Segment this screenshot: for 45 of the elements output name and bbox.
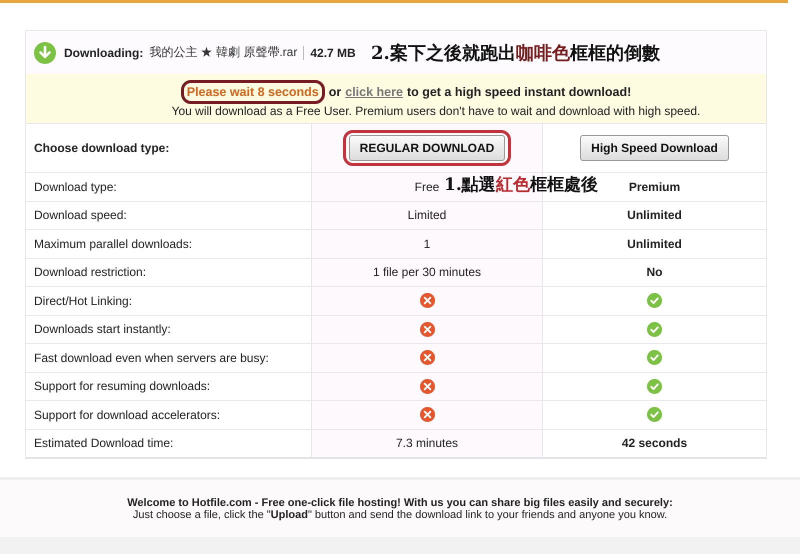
cross-icon <box>420 378 434 394</box>
table-cell: No <box>646 265 662 280</box>
annotation-text: 1.點選紅色框框處後 <box>444 174 598 196</box>
feature-label: Direct/Hot Linking: <box>34 294 132 308</box>
click-here-link[interactable]: click here <box>345 84 403 98</box>
notice-text: to get a high speed instant download! <box>406 84 632 98</box>
feature-label: Downloads start instantly: <box>34 322 171 336</box>
file-name: 我的公主 ★ 韓劇 原聲帶.rar <box>149 44 298 61</box>
table-cell: Unlimited <box>627 208 682 222</box>
table-cell: 1 <box>424 236 430 251</box>
cross-icon <box>420 407 434 422</box>
download-type-button[interactable]: High Speed Download <box>580 135 729 161</box>
table-cell: 7.3 minutes <box>396 436 458 450</box>
table-cell: 42 seconds <box>622 436 688 450</box>
table-cell: 1 file per 30 minutes <box>372 265 482 280</box>
downloading-label: Downloading: <box>64 46 144 60</box>
feature-label: Fast download even when servers are busy: <box>34 350 269 365</box>
cross-icon <box>420 322 434 337</box>
cross-icon <box>420 350 434 366</box>
annotation-text: 2.案下之後就跑出咖啡色框框的倒數 <box>371 42 660 65</box>
table-cell: Premium <box>628 180 680 194</box>
feature-label: Download speed: <box>34 208 127 222</box>
feature-label: Estimated Download time: <box>34 436 174 450</box>
file-size: 42.7 MB <box>310 46 356 60</box>
table-cell: Unlimited <box>627 236 682 251</box>
feature-label: Support for resuming downloads: <box>34 379 210 394</box>
check-icon <box>647 293 662 308</box>
download-type-button[interactable]: REGULAR DOWNLOAD <box>348 135 506 161</box>
feature-label: Maximum parallel downloads: <box>34 236 192 251</box>
check-icon <box>647 407 662 422</box>
check-icon <box>647 322 662 337</box>
table-cell: Limited <box>408 208 446 222</box>
wait-countdown: Please wait 8 seconds <box>186 84 319 98</box>
feature-label: Download type: <box>34 180 117 194</box>
or-text: or <box>328 84 342 98</box>
choose-label: Choose download type: <box>34 141 170 155</box>
check-icon <box>647 350 662 366</box>
cross-icon <box>420 293 434 308</box>
feature-label: Support for download accelerators: <box>34 408 220 422</box>
notice-subtext: You will download as a Free User. Premium users don't have to wait and download with high speed. <box>172 104 700 118</box>
check-icon <box>647 378 662 394</box>
welcome-heading: Welcome to Hotfile.com - Free one-click file hosting! With us you can share big files easily and securely: <box>127 496 673 508</box>
feature-label: Download restriction: <box>34 265 146 280</box>
welcome-text: Just choose a file, click the "Upload" button and send the download link to your friends and anyone you know. <box>132 508 668 520</box>
table-cell: Free <box>414 180 440 194</box>
